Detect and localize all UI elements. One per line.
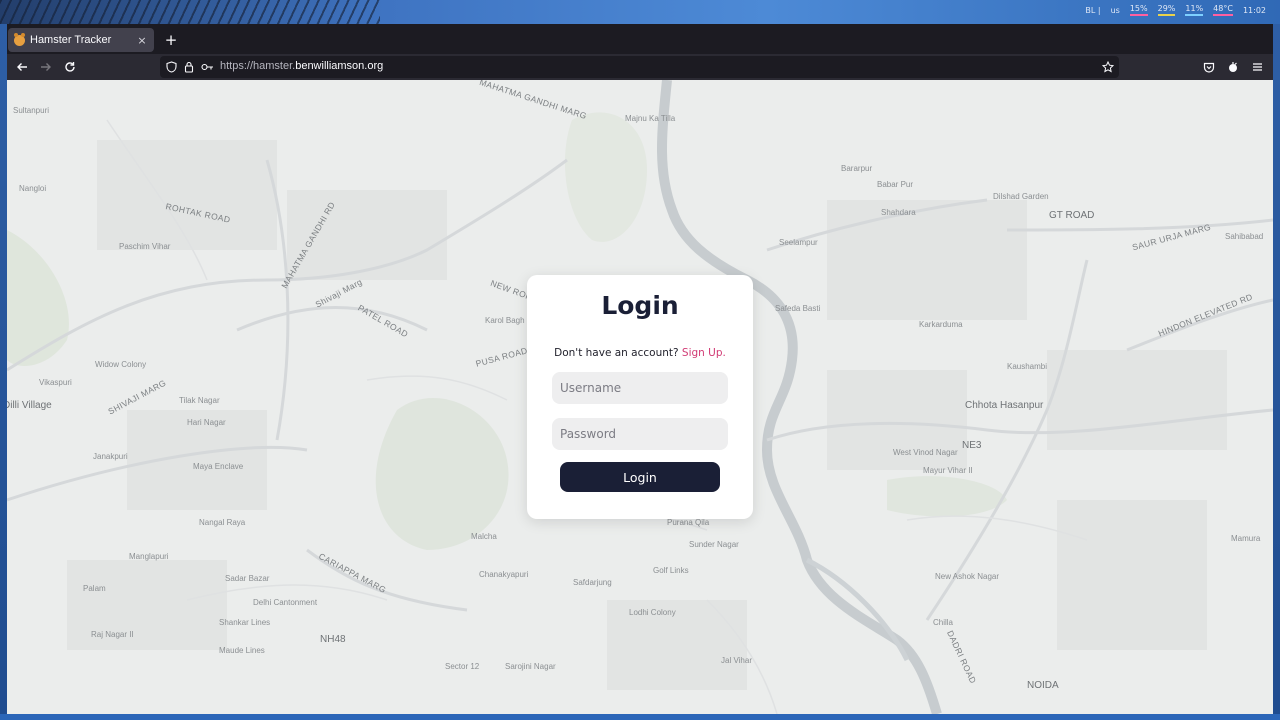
- extension-icon: [1229, 62, 1237, 72]
- map-label: Sunder Nagar: [689, 540, 739, 549]
- map-label: Janakpuri: [93, 452, 128, 461]
- map-label: Delhi Cantonment: [253, 598, 318, 607]
- close-icon[interactable]: ×: [136, 34, 148, 47]
- map-label: Nangloi: [19, 184, 47, 193]
- map-label: Dilli Village: [7, 400, 52, 411]
- tray-meter: 15%: [1129, 4, 1148, 16]
- map-label: Raj Nagar II: [91, 630, 134, 639]
- pocket-icon: [1203, 62, 1215, 73]
- map-label: Vikaspuri: [39, 378, 72, 387]
- map-label: Seelampur: [779, 238, 818, 247]
- map-label: Bararpur: [841, 164, 873, 173]
- map-label: West Vinod Nagar: [893, 448, 958, 457]
- signup-prompt: Don't have an account? Sign Up.: [527, 347, 753, 359]
- map-label: Safdarjung: [573, 578, 612, 587]
- signup-link[interactable]: Sign Up.: [682, 347, 726, 359]
- hamburger-menu-icon: [1252, 63, 1262, 71]
- browser-window: Hamster Tracker × + https://hamster.benw…: [7, 24, 1273, 714]
- map-label: New Ashok Nagar: [935, 572, 1000, 581]
- map-label: Sahibabad: [1225, 232, 1264, 241]
- web-page: Sultanpuri MAHATMA GANDHI MARG Majnu Ka …: [7, 80, 1273, 714]
- login-card: Login Don't have an account? Sign Up. Lo…: [527, 275, 753, 519]
- map-label: Majnu Ka Tilla: [625, 114, 676, 123]
- map-label: Mayur Vihar II: [923, 466, 973, 475]
- map-label: Sarojini Nagar: [505, 662, 556, 671]
- map-label: Chilla: [933, 618, 954, 627]
- desktop-bottom-panel: [0, 714, 1280, 720]
- tray-item[interactable]: BL |: [1085, 6, 1100, 15]
- arrow-right-icon: [41, 63, 51, 71]
- forward-button[interactable]: [37, 58, 55, 76]
- reload-button[interactable]: [61, 58, 79, 76]
- signup-prompt-text: Don't have an account?: [554, 347, 679, 359]
- url-prefix: https://hamster.: [220, 60, 296, 72]
- map-label: GT ROAD: [1049, 210, 1095, 221]
- map-label: Purana Qila: [667, 518, 710, 527]
- map-label: Mamura: [1231, 534, 1261, 543]
- map-label: Hari Nagar: [187, 418, 226, 427]
- url-text[interactable]: https://hamster.benwilliamson.org: [220, 60, 383, 72]
- desktop-wallpaper-right: [1273, 24, 1280, 714]
- map-label: Maya Enclave: [193, 462, 244, 471]
- password-input[interactable]: [552, 418, 728, 450]
- extension-button[interactable]: [1224, 58, 1242, 76]
- desktop-wallpaper-left: [0, 24, 7, 714]
- tray-meter: 48°C: [1213, 4, 1233, 16]
- tray-meter: 29%: [1157, 4, 1176, 16]
- star-icon[interactable]: [1101, 60, 1115, 74]
- tab-hamster-tracker[interactable]: Hamster Tracker ×: [8, 28, 154, 52]
- username-input[interactable]: [552, 372, 728, 404]
- map-label: Paschim Vihar: [119, 242, 171, 251]
- map-label: Palam: [83, 584, 106, 593]
- map-label: NE3: [962, 440, 982, 451]
- tray-item[interactable]: us: [1111, 6, 1120, 15]
- map-label: Sector 12: [445, 662, 480, 671]
- pocket-button[interactable]: [1200, 58, 1218, 76]
- map-label: Malcha: [471, 532, 497, 541]
- map-label: Babar Pur: [877, 180, 914, 189]
- map-label: Lodhi Colony: [629, 608, 676, 617]
- map-label: NOIDA: [1027, 680, 1059, 691]
- map-label: Dilshad Garden: [993, 192, 1049, 201]
- shield-icon[interactable]: [164, 60, 178, 74]
- map-label: Golf Links: [653, 566, 689, 575]
- navigation-toolbar: https://hamster.benwilliamson.org: [7, 54, 1273, 80]
- reload-icon: [65, 62, 75, 72]
- map-label: Sultanpuri: [13, 106, 50, 115]
- desktop-top-panel: BL | us 15% 29% 11% 48°C 11:02: [0, 0, 1280, 24]
- map-label: Karol Bagh: [485, 316, 525, 325]
- map-label: Chhota Hasanpur: [965, 400, 1044, 411]
- map-label: Kaushambi: [1007, 362, 1048, 371]
- menu-button[interactable]: [1248, 58, 1266, 76]
- login-title: Login: [601, 291, 679, 320]
- map-label: Jal Vihar: [721, 656, 752, 665]
- url-host: benwilliamson.org: [295, 60, 384, 72]
- tray-meter: 11%: [1185, 4, 1204, 16]
- url-bar[interactable]: https://hamster.benwilliamson.org: [160, 56, 1119, 78]
- map-label: Maude Lines: [219, 646, 265, 655]
- map-label: Sadar Bazar: [225, 574, 270, 583]
- map-label: Shahdara: [881, 208, 916, 217]
- map-label: Widow Colony: [95, 360, 147, 369]
- lock-icon[interactable]: [182, 60, 196, 74]
- map-label: Tilak Nagar: [179, 396, 220, 405]
- map-label: Shankar Lines: [219, 618, 271, 627]
- key-icon[interactable]: [200, 60, 214, 74]
- back-button[interactable]: [13, 58, 31, 76]
- new-tab-button[interactable]: +: [162, 30, 180, 50]
- login-button[interactable]: Login: [560, 462, 720, 492]
- tab-bar: Hamster Tracker × +: [7, 28, 1273, 52]
- tab-title: Hamster Tracker: [30, 34, 112, 46]
- hamster-icon: [14, 32, 25, 46]
- map-label: Manglapuri: [129, 552, 169, 561]
- map-label: NH48: [320, 634, 346, 645]
- arrow-left-icon: [17, 63, 27, 71]
- map-label: Safeda Basti: [775, 304, 821, 313]
- map-label: Nangal Raya: [199, 518, 246, 527]
- tray-clock[interactable]: 11:02: [1243, 6, 1266, 15]
- system-tray: BL | us 15% 29% 11% 48°C 11:02: [1085, 3, 1266, 17]
- map-label: Chanakyapuri: [479, 570, 529, 579]
- wallpaper-branches: [0, 0, 380, 24]
- map-label: Karkarduma: [919, 320, 963, 329]
